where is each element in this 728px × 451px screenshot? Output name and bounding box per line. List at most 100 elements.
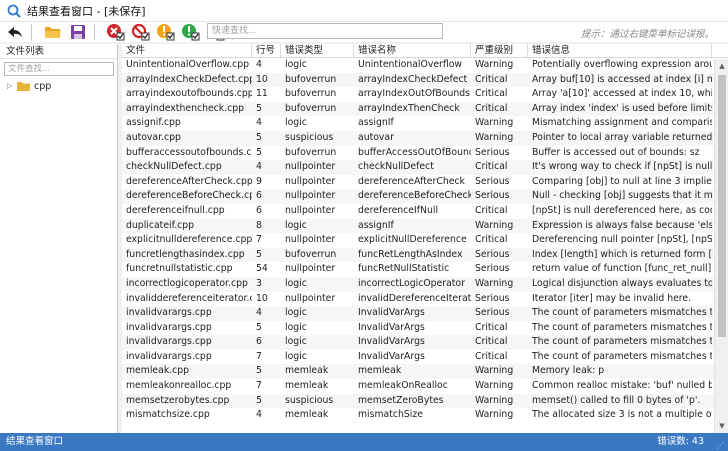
table-cell: suspicious bbox=[285, 131, 334, 143]
column-header[interactable]: 严重级别 bbox=[471, 44, 528, 57]
table-row[interactable]: invalidvarargs.cpp 7 logic InvalidVarArgs Cr… bbox=[122, 350, 728, 365]
table-cell: Expression is always false because 'else… bbox=[532, 219, 712, 231]
open-folder-button[interactable] bbox=[43, 22, 63, 42]
resize-grip-icon[interactable]: ⋰ bbox=[716, 437, 724, 451]
vertical-scrollbar[interactable]: ▲ ▼ bbox=[714, 59, 728, 433]
table-body: UnintentionalOverflow.cpp 4 logic Unintenti… bbox=[122, 58, 728, 423]
table-row[interactable]: memleak.cpp 5 memleak memleak Warning Memory … bbox=[122, 364, 728, 380]
table-row[interactable]: funcretlengthasindex.cpp 5 bufoverrun funcR… bbox=[122, 247, 728, 263]
table-row[interactable]: UnintentionalOverflow.cpp 4 logic Unintenti… bbox=[122, 58, 728, 73]
expand-arrow-icon[interactable]: ▷ bbox=[7, 82, 17, 90]
column-header[interactable]: 错误类型 bbox=[281, 44, 354, 57]
table-cell: dereferenceAfterCheck.cpp bbox=[126, 175, 252, 187]
toolbar-separator bbox=[31, 24, 32, 40]
table-row[interactable]: funcretnullstatistic.cpp 54 nullpointer fun… bbox=[122, 262, 728, 277]
back-arrow-icon bbox=[8, 27, 22, 37]
table-row[interactable]: dereferenceAfterCheck.cpp 9 nullpointer der… bbox=[122, 175, 728, 190]
table-row[interactable]: arrayindexoutofbounds.cpp 11 bufoverrun arr… bbox=[122, 87, 728, 102]
table-cell: [npSt] is null dereferenced here, as cod… bbox=[532, 204, 712, 216]
column-header[interactable]: 行号 bbox=[252, 44, 281, 57]
table-cell: incorrectLogicOperator bbox=[358, 277, 465, 289]
table-row[interactable]: bufferaccessoutofbounds.cpp 5 bufoverrun bu… bbox=[122, 146, 728, 161]
scroll-down-icon[interactable]: ▼ bbox=[715, 419, 728, 433]
filter-block-button[interactable] bbox=[131, 22, 151, 42]
table-row[interactable]: incorrectlogicoperator.cpp 3 logic incorrec… bbox=[122, 276, 728, 292]
table-cell: 6 bbox=[256, 190, 262, 202]
table-cell: suspicious bbox=[285, 394, 334, 406]
table-row[interactable]: dereferenceifnull.cpp 6 nullpointer derefer… bbox=[122, 204, 728, 219]
table-cell: Critical bbox=[475, 321, 508, 333]
toolbar-separator bbox=[94, 24, 95, 40]
table-cell: arrayIndexOutOfBounds bbox=[358, 88, 471, 100]
table-cell: mismatchSize bbox=[358, 409, 423, 421]
table-cell: arrayIndexCheckDefect bbox=[358, 73, 468, 85]
table-cell: arrayindexthencheck.cpp bbox=[126, 102, 245, 114]
table-cell: 54 bbox=[256, 263, 268, 275]
table-cell: Critical bbox=[475, 350, 508, 362]
table-cell: memleak bbox=[285, 380, 329, 392]
column-header[interactable]: 文件 bbox=[122, 44, 252, 57]
table-cell: 11 bbox=[256, 88, 268, 100]
quick-search-input[interactable]: 快速查找... bbox=[207, 23, 443, 39]
table-row[interactable]: memsetzerobytes.cpp 5 suspicious memsetZero… bbox=[122, 393, 728, 409]
table-row[interactable]: mismatchsize.cpp 4 memleak mismatchSize Warn… bbox=[122, 408, 728, 423]
table-cell: invalidDereferenceIterator bbox=[358, 292, 471, 304]
table-cell: memleak bbox=[358, 365, 402, 377]
table-cell: 6 bbox=[256, 204, 262, 216]
back-button[interactable] bbox=[5, 22, 25, 42]
table-cell: 5 bbox=[256, 131, 262, 143]
table-row[interactable]: assignif.cpp 4 logic assignIf Warning Mismatc… bbox=[122, 116, 728, 131]
table-row[interactable]: checkNullDefect.cpp 4 nullpointer checkNull… bbox=[122, 160, 728, 175]
table-row[interactable]: invalidvarargs.cpp 5 logic InvalidVarArgs Cr… bbox=[122, 321, 728, 336]
table-cell: funcretlengthasindex.cpp bbox=[126, 248, 245, 260]
table-row[interactable]: dereferenceBeforeCheck.cpp 6 nullpointer de… bbox=[122, 189, 728, 204]
table-cell: memsetZeroBytes bbox=[358, 394, 444, 406]
table-cell: 4 bbox=[256, 161, 262, 173]
table-cell: dereferenceIfNull bbox=[358, 204, 439, 216]
table-cell: The allocated size 3 is not a multiple o… bbox=[532, 409, 712, 421]
table-row[interactable]: arrayindexthencheck.cpp 5 bufoverrun arrayI… bbox=[122, 101, 728, 117]
table-cell: Critical bbox=[475, 204, 508, 216]
file-search-input[interactable]: 文件查找... bbox=[4, 62, 114, 76]
column-header[interactable]: 错误信息 bbox=[528, 44, 712, 57]
block-check-icon bbox=[131, 23, 150, 41]
table-cell: Serious bbox=[475, 248, 510, 260]
table-cell: funcretnullstatistic.cpp bbox=[126, 263, 233, 275]
save-disk-icon bbox=[71, 25, 85, 39]
tree-item-label: cpp bbox=[34, 80, 52, 92]
table-row[interactable]: duplicateif.cpp 8 logic assignIf Warning Expr… bbox=[122, 218, 728, 234]
table-cell: bufoverrun bbox=[285, 146, 337, 158]
table-cell: Null - checking [obj] suggests that it m… bbox=[532, 190, 712, 202]
table-row[interactable]: arrayIndexCheckDefect.cpp 10 bufoverrun arr… bbox=[122, 72, 728, 88]
hint-text: 提示：通过右键菜单标记误报。 bbox=[580, 29, 714, 40]
filter-warning-button[interactable] bbox=[156, 22, 176, 42]
table-cell: bufoverrun bbox=[285, 248, 337, 260]
table-cell: Array buf[10] is accessed at index [i] m… bbox=[532, 73, 712, 85]
filter-delete-button[interactable] bbox=[106, 22, 126, 42]
scroll-up-icon[interactable]: ▲ bbox=[715, 59, 728, 73]
table-cell: Iterator [iter] may be invalid here. bbox=[532, 292, 692, 304]
table-cell: memset() called to fill 0 bytes of 'p'. bbox=[532, 394, 701, 406]
table-cell: bufferaccessoutofbounds.cpp bbox=[126, 146, 252, 158]
table-cell: logic bbox=[285, 117, 307, 129]
table-cell: 3 bbox=[256, 277, 262, 289]
table-row[interactable]: autovar.cpp 5 suspicious autovar Warning Poin… bbox=[122, 130, 728, 146]
table-cell: logic bbox=[285, 277, 307, 289]
column-header[interactable]: 错误名称 bbox=[354, 44, 471, 57]
table-cell: Pointer to local array variable returned… bbox=[532, 131, 712, 143]
filter-info-button[interactable] bbox=[181, 22, 201, 42]
info-check-icon bbox=[182, 24, 200, 41]
table-row[interactable]: invalidvarargs.cpp 6 logic InvalidVarArgs Cr… bbox=[122, 335, 728, 350]
table-cell: memleak bbox=[285, 365, 329, 377]
warning-check-icon bbox=[157, 24, 175, 41]
table-row[interactable]: invalidvarargs.cpp 4 logic InvalidVarArgs Se… bbox=[122, 306, 728, 321]
table-row[interactable]: explicitnulldereference.cpp 7 nullpointer e… bbox=[122, 233, 728, 248]
scroll-thumb[interactable] bbox=[718, 75, 726, 337]
save-button[interactable] bbox=[68, 22, 88, 42]
table-cell: Mismatching assignment and comparison, c… bbox=[532, 117, 712, 129]
table-cell: Index [length] which is returned form [r… bbox=[532, 248, 712, 260]
table-row[interactable]: invaliddereferenceiterator.cpp 10 nullpoin… bbox=[122, 292, 728, 307]
tree-item-cpp[interactable]: ▷ cpp bbox=[0, 78, 117, 94]
table-row[interactable]: memleakonrealloc.cpp 7 memleak memleakOnRea… bbox=[122, 379, 728, 394]
table-cell: dereferenceAfterCheck bbox=[358, 175, 465, 187]
